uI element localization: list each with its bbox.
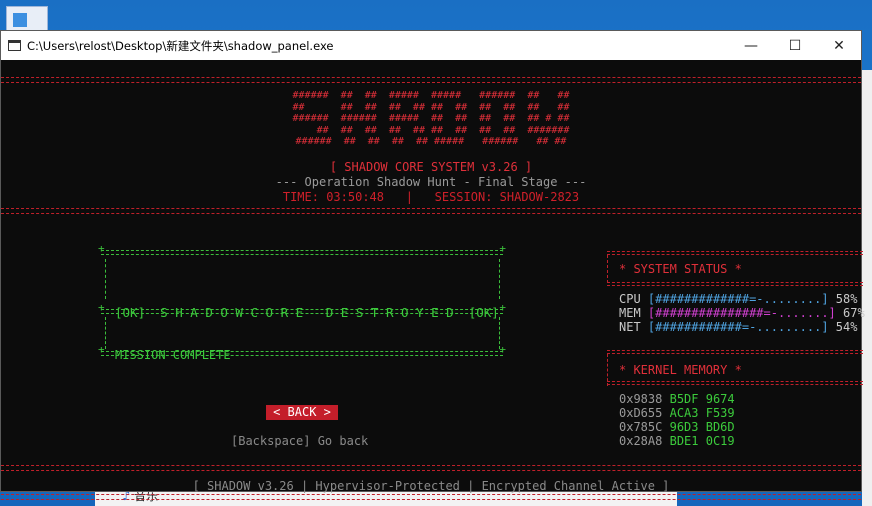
session-id: SESSION: SHADOW-2823 bbox=[434, 190, 580, 204]
footer-top-divider bbox=[1, 465, 861, 471]
frame-middle-border bbox=[98, 301, 506, 314]
system-status-title: * SYSTEM STATUS * bbox=[619, 262, 742, 276]
status-panel-top-border bbox=[607, 251, 863, 255]
memory-row: 0xD655 ACA3 F539 bbox=[619, 406, 735, 420]
frame-left-border-lower bbox=[105, 317, 106, 349]
frame-right-border bbox=[499, 259, 500, 299]
footer-status-line: [ SHADOW v3.26 | Hypervisor-Protected | … bbox=[192, 479, 670, 493]
shadow-ascii-banner: ###### ## ## ##### ##### ###### ## ## ##… bbox=[292, 90, 570, 148]
time-readout: TIME: 03:50:48 bbox=[282, 190, 385, 204]
cpu-usage-bar: [#############=-........] bbox=[647, 292, 829, 306]
kernel-memory-title: * KERNEL MEMORY * bbox=[619, 363, 742, 377]
console-output: ###### ## ## ##### ##### ###### ## ## ##… bbox=[1, 60, 865, 500]
top-divider bbox=[1, 77, 861, 83]
background-window-edge bbox=[862, 70, 872, 506]
maximize-button[interactable]: ☐ bbox=[773, 31, 817, 60]
frame-bottom-border bbox=[98, 343, 506, 356]
console-window: C:\Users\relost\Desktop\新建文件夹\shadow_pan… bbox=[0, 30, 865, 500]
memory-row: 0x9838 B5DF 9674 bbox=[619, 392, 735, 406]
memory-panel-top-border bbox=[607, 350, 863, 354]
meta-separator: | bbox=[405, 190, 413, 204]
footer-bottom-divider bbox=[1, 494, 861, 500]
net-percent: 54% bbox=[835, 320, 858, 334]
back-button[interactable]: < BACK > bbox=[266, 405, 338, 420]
memory-row: 0x28A8 BDE1 0C19 bbox=[619, 434, 735, 448]
window-title: C:\Users\relost\Desktop\新建文件夹\shadow_pan… bbox=[27, 38, 334, 53]
operation-line: --- Operation Shadow Hunt - Final Stage … bbox=[275, 175, 587, 189]
mem-status-row: MEM [###############=-.......] 67% bbox=[619, 306, 865, 320]
frame-left-border bbox=[105, 259, 106, 299]
memory-row: 0x785C 96D3 BD6D bbox=[619, 420, 735, 434]
console-app-icon bbox=[8, 40, 21, 51]
mem-percent: 67% bbox=[843, 306, 865, 320]
net-status-row: NET [############=-.........] 54% bbox=[619, 320, 858, 334]
banner-divider bbox=[1, 208, 861, 214]
net-usage-bar: [############=-.........] bbox=[647, 320, 829, 334]
memory-panel-header-border bbox=[607, 381, 863, 385]
window-titlebar[interactable]: C:\Users\relost\Desktop\新建文件夹\shadow_pan… bbox=[1, 31, 861, 60]
close-button[interactable]: ✕ bbox=[817, 31, 861, 60]
status-panel-header-border bbox=[607, 282, 863, 286]
backspace-hint: [Backspace] Go back bbox=[231, 434, 369, 448]
system-name: [ SHADOW CORE SYSTEM v3.26 ] bbox=[329, 160, 533, 174]
cpu-percent: 58% bbox=[835, 292, 858, 306]
mem-usage-bar: [###############=-.......] bbox=[647, 306, 836, 320]
status-panel-left-border bbox=[607, 255, 608, 283]
cpu-status-row: CPU [#############=-........] 58% bbox=[619, 292, 858, 306]
frame-top-border bbox=[98, 242, 506, 255]
session-line: TIME: 03:50:48 | SESSION: SHADOW-2823 bbox=[1, 190, 861, 204]
minimize-button[interactable]: — bbox=[729, 31, 773, 60]
